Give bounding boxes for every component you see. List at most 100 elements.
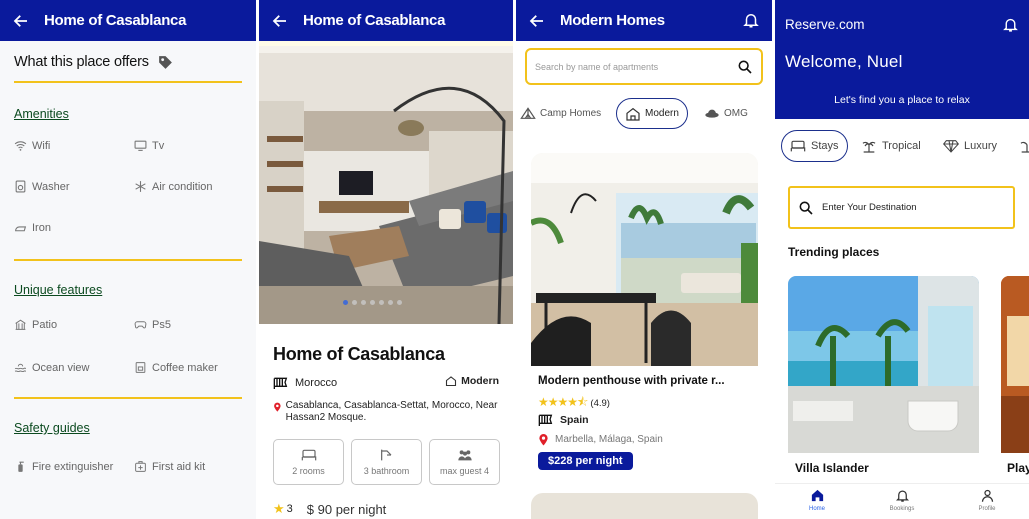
destination-search[interactable]: Enter Your Destination: [788, 186, 1015, 229]
safety-fire-extinguisher: Fire extinguisher: [14, 460, 113, 473]
trending-title: Trending places: [788, 245, 880, 259]
divider: [14, 81, 242, 83]
bell-icon[interactable]: [1002, 16, 1019, 33]
snowflake-icon: [135, 181, 146, 192]
first-aid-icon: [135, 461, 146, 472]
back-arrow-icon[interactable]: [528, 12, 546, 30]
bed-icon: [790, 140, 806, 152]
country-label: Morocco: [295, 377, 338, 389]
safety-first-aid-kit: First aid kit: [134, 460, 205, 473]
carousel-dot[interactable]: [370, 300, 375, 305]
tent-icon: [520, 107, 536, 119]
bed-icon: [301, 449, 316, 461]
penthouse-photo: [531, 153, 758, 366]
category-omg[interactable]: OMG: [704, 106, 748, 120]
country-row: Morocco Modern: [273, 375, 499, 389]
brand-name: Reserve.com: [785, 17, 865, 32]
tag-icon: [158, 55, 172, 69]
place-name[interactable]: Villa Islander: [795, 461, 869, 475]
extinguisher-icon: [18, 461, 24, 472]
place-card-villa[interactable]: [788, 276, 979, 453]
address-text: Casablanca, Casablanca-Settat, Morocco, …: [285, 400, 498, 423]
tv-icon: [134, 140, 147, 151]
place-card-next[interactable]: [1001, 276, 1029, 453]
amenity-air-condition: Air condition: [134, 180, 213, 193]
category-tropical[interactable]: Tropical: [861, 130, 921, 162]
header-title: Modern Homes: [560, 12, 665, 29]
shower-icon: [380, 449, 391, 461]
carousel-dot[interactable]: [388, 300, 393, 305]
flag-icon: [273, 377, 288, 389]
diamond-icon: [943, 140, 959, 153]
search-placeholder: Search by name of apartments: [535, 62, 659, 72]
destination-placeholder: Enter Your Destination: [822, 202, 917, 213]
safety-list: Fire extinguisher First aid kit: [0, 435, 256, 495]
category-more[interactable]: [1019, 130, 1029, 162]
rating-row: ★★★★⯪ (4.9): [538, 393, 610, 414]
listing-photo[interactable]: [531, 153, 758, 366]
tab-bookings[interactable]: Bookings: [872, 488, 932, 512]
tab-home[interactable]: Home: [787, 488, 847, 512]
star-icon: ★: [273, 501, 285, 516]
offers-title: What this place offers: [14, 54, 149, 70]
search-input[interactable]: Search by name of apartments: [525, 48, 763, 85]
country-row: Spain: [538, 414, 589, 426]
bathroom-box: 3 bathroom: [351, 439, 422, 485]
amenity-iron: Iron: [14, 221, 51, 234]
back-arrow-icon[interactable]: [271, 12, 289, 30]
place-photo: [1001, 276, 1029, 453]
iron-icon: [15, 226, 27, 232]
rating-value: 3: [286, 503, 293, 515]
villa-photo: [788, 276, 979, 453]
listing-detail-screen: Home of Casablanca Home of Casablanca Mo…: [259, 0, 513, 519]
photo-carousel[interactable]: [259, 41, 513, 324]
next-listing-photo[interactable]: [531, 493, 758, 519]
carousel-dot[interactable]: [379, 300, 384, 305]
tab-profile[interactable]: Profile: [957, 488, 1017, 512]
carousel-dot[interactable]: [361, 300, 366, 305]
listing-title[interactable]: Modern penthouse with private r...: [538, 375, 725, 387]
bell-icon: [895, 490, 909, 502]
category-luxury[interactable]: Luxury: [943, 130, 997, 162]
category-camp-homes[interactable]: Camp Homes: [520, 106, 601, 120]
category-stays[interactable]: Stays: [781, 130, 848, 162]
welcome-text: Welcome, Nuel: [785, 52, 903, 71]
carousel-dot[interactable]: [352, 300, 357, 305]
search-icon[interactable]: [737, 59, 753, 75]
palm-tree-icon: [1020, 141, 1029, 153]
section-safety-guides[interactable]: Safety guides: [0, 421, 256, 435]
carousel-dot[interactable]: [343, 300, 348, 305]
feature-ocean-view: Ocean view: [14, 361, 89, 374]
type-badge: Modern: [445, 375, 499, 387]
carousel-dot[interactable]: [397, 300, 402, 305]
rooms-box: 2 rooms: [273, 439, 344, 485]
rating-price-row: ★ 3 $ 90 per night: [273, 501, 386, 517]
bottom-tab-bar: Home Bookings Profile: [775, 483, 1029, 519]
back-arrow-icon[interactable]: [12, 12, 30, 30]
person-icon: [981, 489, 993, 502]
ufo-icon: [705, 109, 719, 118]
palm-tree-icon: [862, 141, 876, 153]
amenity-washer: Washer: [14, 180, 70, 193]
search-icon: [799, 201, 813, 215]
amenities-screen: Home of Casablanca What this place offer…: [0, 0, 256, 519]
living-room-photo: [259, 41, 513, 324]
flag-icon: [538, 414, 553, 426]
feature-coffee-maker: Coffee maker: [134, 361, 218, 374]
bell-icon[interactable]: [742, 11, 760, 29]
header-title: Home of Casablanca: [303, 12, 446, 29]
washer-icon: [15, 180, 26, 193]
category-modern[interactable]: Modern: [616, 98, 688, 129]
section-amenities[interactable]: Amenities: [0, 107, 256, 121]
header-title: Home of Casablanca: [44, 12, 187, 29]
app-bar: Modern Homes: [516, 0, 772, 41]
place-name[interactable]: Play: [1007, 461, 1029, 475]
divider: [14, 397, 242, 399]
subtitle-text: Let's find you a place to relax: [834, 94, 970, 106]
wifi-icon: [14, 141, 27, 151]
section-unique-features[interactable]: Unique features: [0, 283, 256, 297]
ocean-icon: [14, 363, 27, 373]
app-bar: Home of Casablanca: [259, 0, 513, 41]
price-text: $ 90 per night: [306, 501, 387, 517]
amenity-tv: Tv: [134, 139, 164, 152]
